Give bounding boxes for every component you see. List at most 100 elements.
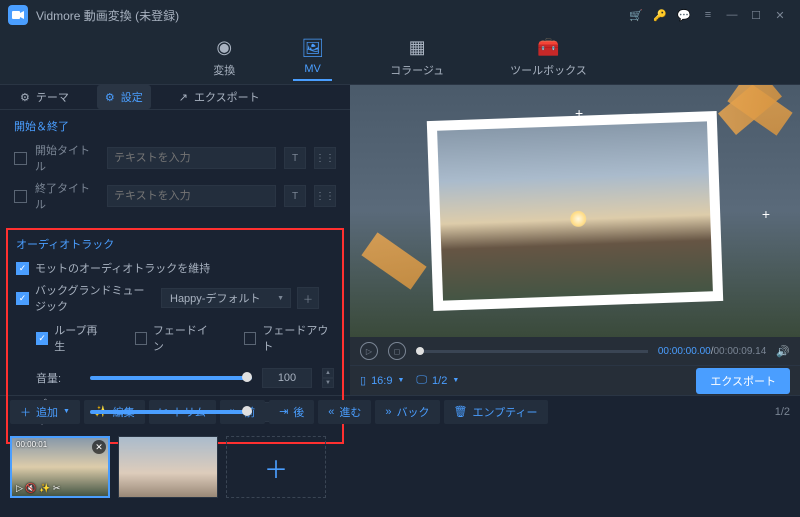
stop-button[interactable]: ◻ [388,342,406,360]
end-title-checkbox[interactable] [14,190,27,203]
section-startend: 開始＆終了 開始タイトル T ⋮⋮ 終了タイトル T ⋮⋮ [0,110,350,226]
export-icon: ↗ [179,91,188,104]
add-clip-button[interactable]: ＋ [226,436,326,498]
tab-collage-label: コラージュ [390,62,444,78]
volume-value[interactable] [262,368,312,388]
playback-bar: ▷ ◻ 00:00:00.00/00:00:09.14 🔊 [350,337,800,365]
subtab-theme[interactable]: ⚙ テーマ [12,85,77,109]
subtab-export-label: エクスポート [194,89,260,105]
keep-original-audio-checkbox[interactable]: ✓ [16,262,29,275]
key-icon[interactable]: 🔑 [648,3,672,27]
crosshair-icon: + [762,206,770,222]
forward-button[interactable]: «進む [318,400,371,424]
fadeout-checkbox[interactable] [244,332,256,345]
bgm-label: バックグランドミュージック [35,282,155,314]
clip-duration: 00:00:01 [16,440,47,449]
tab-toolbox-label: ツールボックス [510,62,587,78]
start-title-input[interactable] [107,147,276,169]
loop-label: ループ再生 [54,322,104,354]
add-button[interactable]: ＋追加▼ [10,400,80,424]
subtab-export[interactable]: ↗ エクスポート [171,85,268,109]
toolbox-icon: 🧰 [537,37,559,58]
start-text-options-button[interactable]: ⋮⋮ [314,147,336,169]
loop-checkbox[interactable]: ✓ [36,332,48,345]
subtab-settings-label: 設定 [121,89,143,105]
volume-icon[interactable]: 🔊 [776,345,790,358]
maximize-button[interactable]: ☐ [744,3,768,27]
back-button[interactable]: »バック [375,400,439,424]
app-title: Vidmore 動画変換 (未登録) [36,7,179,24]
export-button[interactable]: エクスポート [696,368,790,394]
after-button[interactable]: ⇥後 [269,400,314,424]
sun [570,211,587,228]
gear-icon: ⚙ [105,91,115,104]
end-text-options-button[interactable]: ⋮⋮ [314,185,336,207]
end-title-input[interactable] [107,185,276,207]
fadein-label: フェードイン [153,322,214,354]
back-icon: » [385,406,391,418]
preview-panel: + + ▷ ◻ 00:00:00.00/00:00:09.14 🔊 ▯16:9▼… [350,85,800,395]
menu-icon[interactable]: ≡ [696,3,720,27]
settings-panel: ⚙ テーマ ⚙ 設定 ↗ エクスポート 開始＆終了 開始タイトル T ⋮⋮ 終了タイト… [0,85,350,395]
fadein-checkbox[interactable] [135,332,147,345]
fadeout-label: フェードアウト [262,322,334,354]
clip-2[interactable] [118,436,218,498]
clip-1[interactable]: 00:00:01 ✕ ▷ 🔇 ✨ ✂ [10,436,110,498]
volume-down[interactable]: ▼ [322,378,334,388]
aspect-ratio-selector[interactable]: ▯16:9▼ [360,374,404,387]
clip-delete-button[interactable]: ✕ [92,440,106,454]
tab-mv-label: MV [304,63,321,75]
tab-convert[interactable]: ◉ 変換 [205,33,243,82]
tab-convert-label: 変換 [213,62,235,78]
bgm-value: Happy-デフォルト [170,290,260,306]
minimize-button[interactable]: — [720,3,744,27]
main-tabs: ◉ 変換 🖼 MV ▦ コラージュ 🧰 ツールボックス [0,30,800,85]
subtab-settings[interactable]: ⚙ 設定 [97,85,151,109]
volume-label: 音量: [36,370,80,386]
titlebar: Vidmore 動画変換 (未登録) 🛒 🔑 💬 ≡ — ☐ ✕ [0,0,800,30]
feedback-icon[interactable]: 💬 [672,3,696,27]
subtab-theme-label: テーマ [36,89,69,105]
forward-icon: « [328,406,334,418]
mv-icon: 🖼 [301,38,324,59]
tab-toolbox[interactable]: 🧰 ツールボックス [502,33,595,82]
page-number: 1/2 [775,406,790,418]
end-text-style-button[interactable]: T [284,185,306,207]
preview-area[interactable]: + + [350,85,800,337]
plus-icon: ＋ [20,404,31,420]
startend-title: 開始＆終了 [14,118,336,134]
tab-mv[interactable]: 🖼 MV [293,34,332,81]
bgm-dropdown[interactable]: Happy-デフォルト [161,288,291,308]
bgm-checkbox[interactable]: ✓ [16,292,29,305]
page-indicator[interactable]: 🖵1/2▼ [416,374,459,387]
preview-infobar: ▯16:9▼ 🖵1/2▼ エクスポート [350,365,800,395]
crosshair-icon: + [575,105,583,121]
app-logo [8,5,28,25]
play-button[interactable]: ▷ [360,342,378,360]
time-display: 00:00:00.00/00:00:09.14 [658,346,766,357]
next-icon: ⇥ [279,405,288,418]
sub-tabs: ⚙ テーマ ⚙ 設定 ↗ エクスポート [0,85,350,110]
audio-title: オーディオトラック [16,236,334,252]
photo-content [437,121,713,300]
delay-slider[interactable] [90,410,252,414]
tape-decoration [361,232,426,289]
timeline: 00:00:01 ✕ ▷ 🔇 ✨ ✂ ＋ [0,427,800,507]
start-title-label: 開始タイトル [35,142,99,174]
empty-button[interactable]: 🗑エンプティー [444,400,548,424]
volume-slider[interactable] [90,376,252,380]
keep-original-label: モットのオーディオトラックを維持 [35,260,210,276]
start-text-style-button[interactable]: T [284,147,306,169]
volume-up[interactable]: ▲ [322,368,334,378]
end-title-label: 終了タイトル [35,180,99,212]
screen-icon: 🖵 [416,374,427,387]
cart-icon[interactable]: 🛒 [624,3,648,27]
add-bgm-button[interactable]: ＋ [297,287,319,309]
progress-bar[interactable] [416,350,648,353]
start-title-checkbox[interactable] [14,152,27,165]
trash-icon: 🗑 [454,405,468,418]
tab-collage[interactable]: ▦ コラージュ [382,33,452,82]
close-button[interactable]: ✕ [768,3,792,27]
convert-icon: ◉ [216,37,232,58]
theme-icon: ⚙ [20,91,30,104]
